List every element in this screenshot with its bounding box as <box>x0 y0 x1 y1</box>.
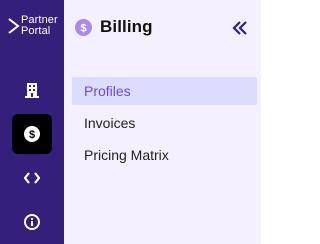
menu-item-pricing-matrix[interactable]: Pricing Matrix <box>72 141 257 169</box>
svg-text:$: $ <box>29 129 35 141</box>
app: Partner Portal $ $ Billing Profiles Invo… <box>0 0 261 244</box>
partner-portal-logo[interactable]: Partner Portal <box>8 15 58 37</box>
svg-text:$: $ <box>80 22 86 34</box>
rail-item-building[interactable] <box>12 70 52 110</box>
logo-text: Partner Portal <box>21 15 58 37</box>
collapse-panel-button[interactable] <box>232 20 248 36</box>
menu-item-invoices[interactable]: Invoices <box>72 109 257 137</box>
billing-panel: $ Billing Profiles Invoices Pricing Matr… <box>64 0 261 244</box>
menu-item-profiles[interactable]: Profiles <box>72 77 257 105</box>
billing-menu: Profiles Invoices Pricing Matrix <box>72 77 257 173</box>
info-icon <box>24 214 40 230</box>
dollar-glyph: $ <box>80 22 86 34</box>
logo-line-2: Portal <box>21 25 51 37</box>
dollar-circle-icon: $ <box>75 18 92 36</box>
code-icon <box>24 172 40 184</box>
rail-item-code[interactable] <box>12 158 52 198</box>
building-icon <box>25 83 39 98</box>
chevron-right-logo-icon <box>8 18 20 34</box>
rail-item-info[interactable] <box>12 202 52 242</box>
billing-dollar-icon: $ <box>24 126 40 142</box>
icon-rail: Partner Portal $ <box>0 0 64 244</box>
double-chevron-left-icon <box>232 21 247 35</box>
panel-header: $ Billing <box>75 17 153 37</box>
page-title: Billing <box>100 17 153 36</box>
rail-item-billing[interactable]: $ <box>12 114 52 154</box>
